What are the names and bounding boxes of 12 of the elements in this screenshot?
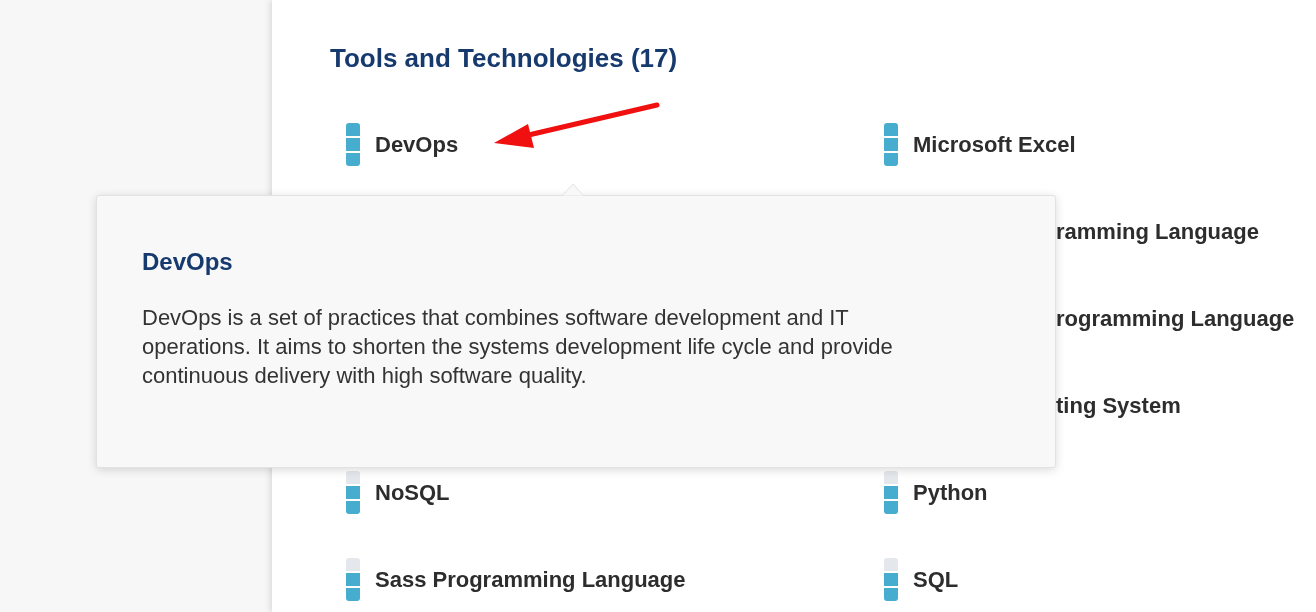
skill-name[interactable]: ting System [1056, 389, 1181, 422]
skill-name[interactable]: Sass Programming Language [375, 563, 686, 596]
skill-name[interactable]: ramming Language [1056, 215, 1259, 248]
tooltip-title: DevOps [142, 247, 234, 277]
tooltip-text: DevOps is a set of practices that combines software development and IT operations. It aims to shorten the systems development life cycle and provide continuous delivery with high software quality. [142, 304, 894, 390]
section-title: Tools and Technologies (17) [330, 43, 679, 73]
skill-name[interactable]: Python [913, 476, 988, 509]
skill-name[interactable]: NoSQL [375, 476, 450, 509]
skill-name[interactable]: SQL [913, 563, 959, 596]
skill-name[interactable]: rogramming Language [1056, 302, 1295, 335]
skill-name[interactable]: Microsoft Excel [913, 128, 1076, 161]
skill-name[interactable]: DevOps [375, 128, 459, 161]
